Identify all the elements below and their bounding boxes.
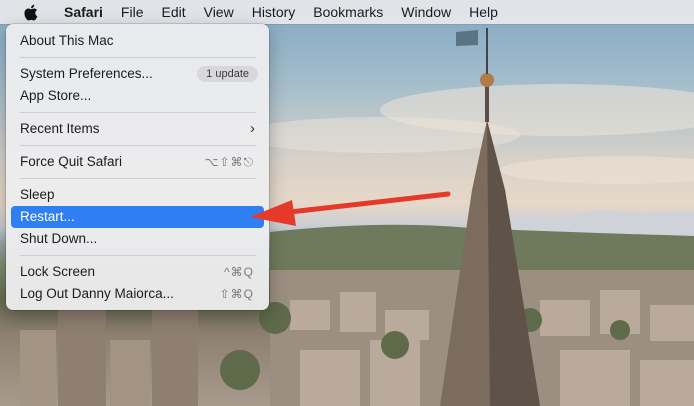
annotation-arrow [250, 191, 451, 226]
